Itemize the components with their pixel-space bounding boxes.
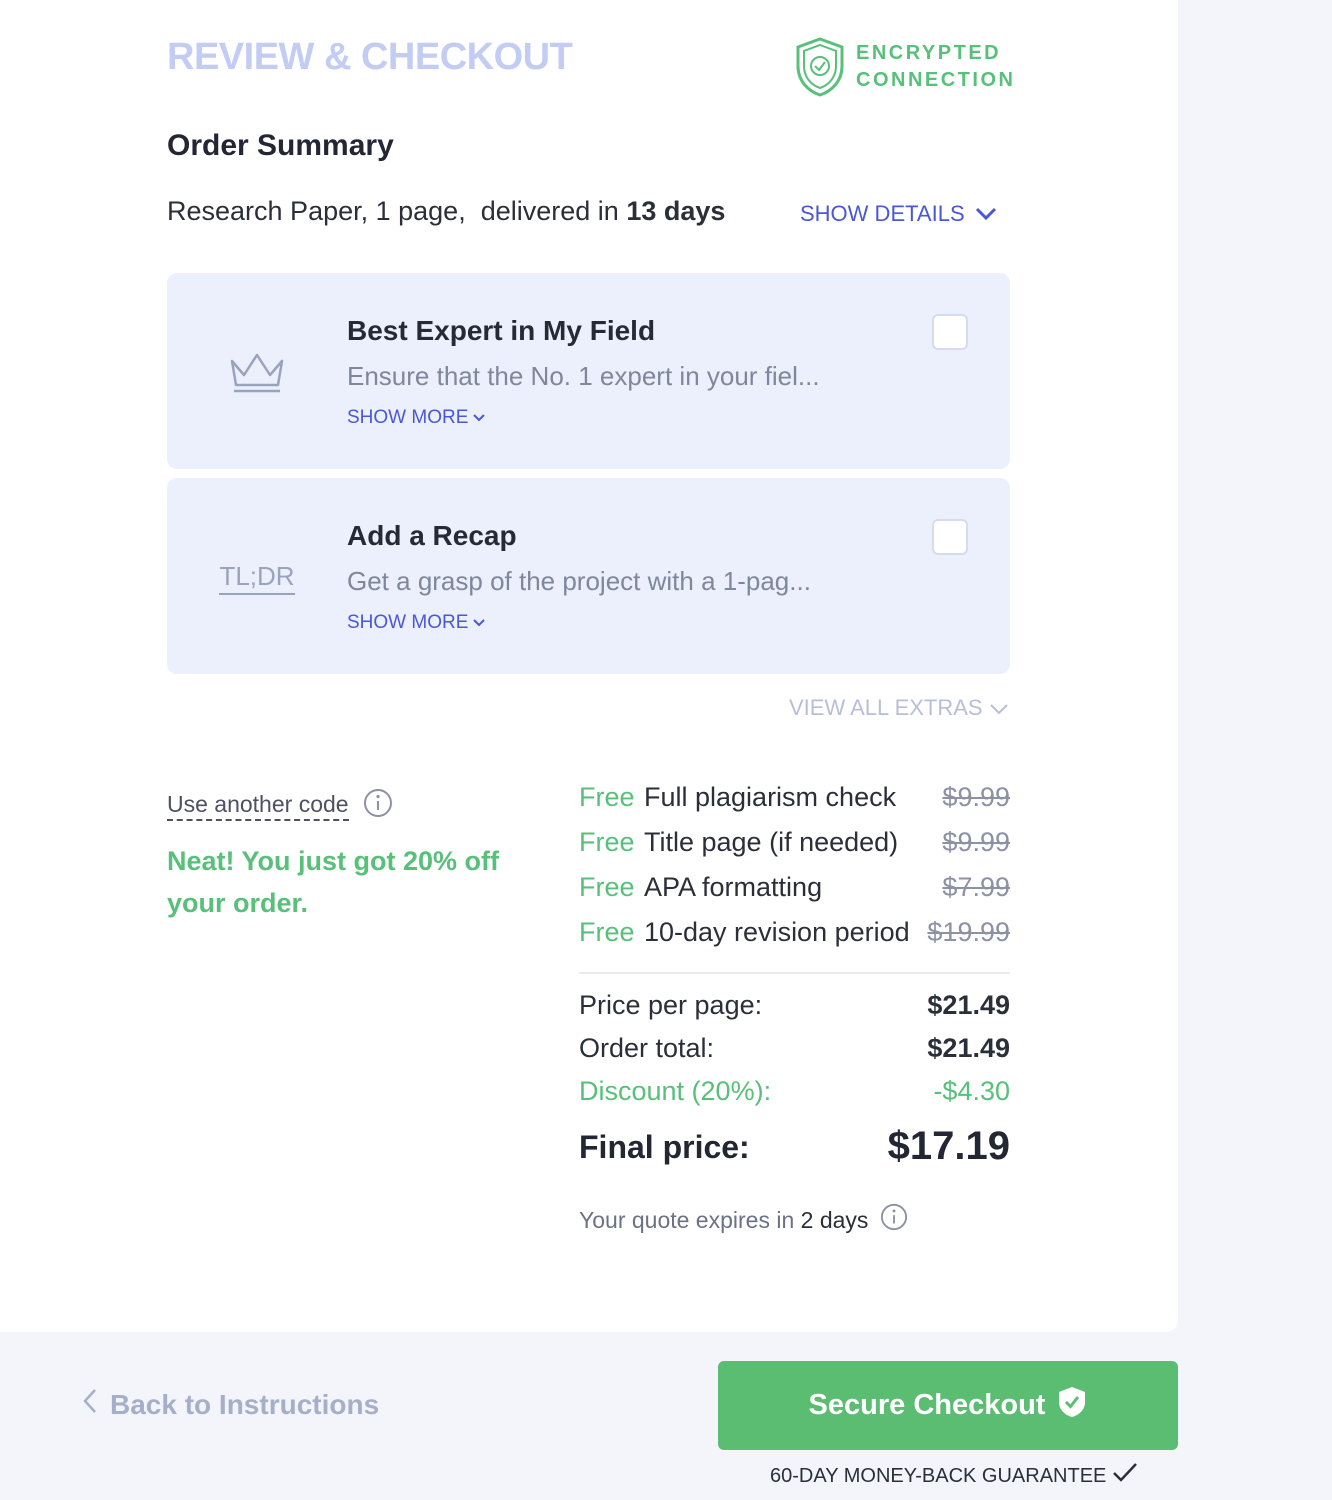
encrypted-connection-text: ENCRYPTED CONNECTION [856, 42, 1016, 91]
shield-icon [794, 36, 846, 98]
money-back-guarantee: 60-DAY MONEY-BACK GUARANTEE [770, 1462, 1138, 1490]
chevron-left-icon [82, 1388, 98, 1421]
extra-checkbox[interactable] [932, 314, 968, 350]
checkout-card: REVIEW & CHECKOUT ENCRYPTED CONNECTION O… [0, 0, 1178, 1332]
discount-message: Neat! You just got 20% off your order. [167, 846, 500, 918]
extra-title: Best Expert in My Field [347, 315, 656, 346]
quote-expiry: Your quote expires in 2 days [579, 1203, 908, 1237]
chevron-down-icon [989, 695, 1009, 721]
show-more-button[interactable]: SHOW MORE [347, 407, 486, 429]
extra-add-recap: TL;DR Add a Recap Get a grasp of the pro… [167, 478, 1010, 674]
encrypted-connection-badge: ENCRYPTED CONNECTION [794, 36, 1015, 98]
tldr-icon: TL;DR [207, 548, 307, 608]
crown-icon [207, 343, 307, 403]
shield-check-icon [1057, 1385, 1087, 1427]
freebies-list: Free Full plagiarism check $9.99 Free Ti… [579, 782, 1010, 962]
extra-title: Add a Recap [347, 520, 517, 551]
show-details-button[interactable]: SHOW DETAILS [800, 201, 997, 227]
list-item: Free Full plagiarism check $9.99 [579, 782, 1010, 812]
extra-best-expert: Best Expert in My Field Ensure that the … [167, 273, 1010, 469]
extra-description: Get a grasp of the project with a 1-pag.… [347, 566, 811, 596]
delivery-days: 13 days [626, 196, 726, 226]
page-title: REVIEW & CHECKOUT [167, 36, 573, 78]
divider [579, 972, 1010, 974]
checkmark-icon [1112, 1462, 1138, 1490]
secure-checkout-button[interactable]: Secure Checkout [718, 1361, 1178, 1450]
info-icon[interactable] [363, 788, 393, 823]
show-more-button[interactable]: SHOW MORE [347, 612, 486, 634]
promo-code: Use another code [167, 788, 393, 823]
list-item: Free 10-day revision period $19.99 [579, 917, 1010, 947]
order-summary-title: Order Summary [167, 129, 394, 162]
view-all-extras-button[interactable]: VIEW ALL EXTRAS [789, 695, 1009, 721]
info-icon[interactable] [880, 1203, 908, 1237]
extra-description: Ensure that the No. 1 expert in your fie… [347, 361, 820, 391]
list-item: Free APA formatting $7.99 [579, 872, 1010, 902]
chevron-down-icon [975, 201, 997, 227]
chevron-down-icon [472, 612, 486, 634]
order-description: Research Paper, 1 page, delivered in 13 … [167, 196, 726, 226]
use-another-code-link[interactable]: Use another code [167, 791, 349, 821]
chevron-down-icon [472, 407, 486, 429]
list-item: Free Title page (if needed) $9.99 [579, 827, 1010, 857]
back-to-instructions-button[interactable]: Back to Instructions [82, 1388, 379, 1421]
extra-checkbox[interactable] [932, 519, 968, 555]
